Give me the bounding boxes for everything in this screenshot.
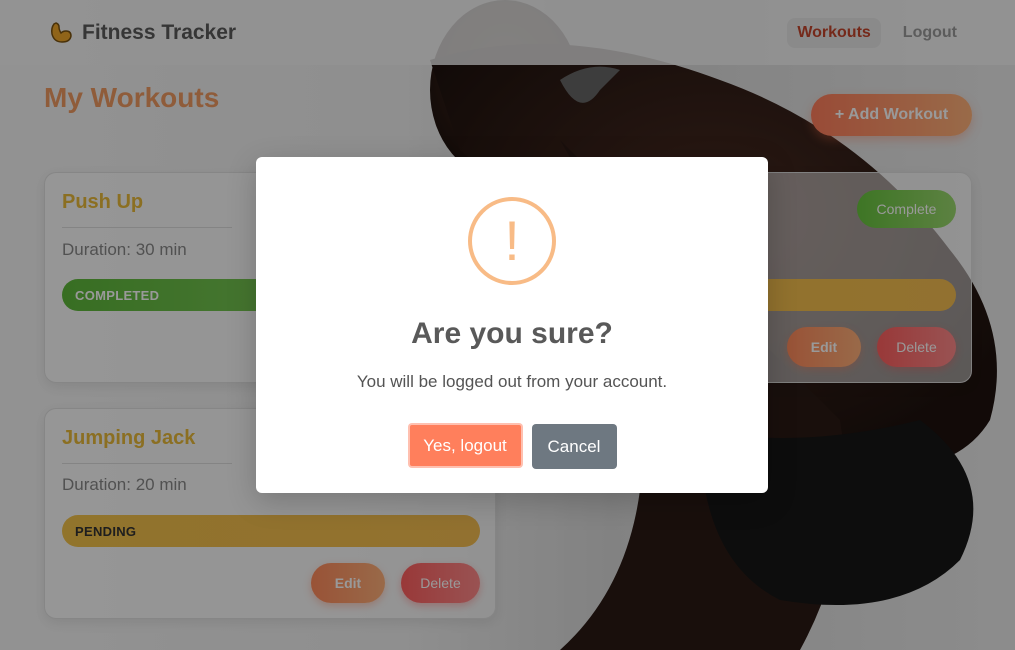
logout-confirm-dialog: ! Are you sure? You will be logged out f… (256, 157, 768, 493)
dialog-title: Are you sure? (411, 317, 613, 350)
confirm-logout-button[interactable]: Yes, logout (407, 423, 523, 468)
warning-icon: ! (468, 197, 556, 285)
cancel-button[interactable]: Cancel (531, 424, 617, 469)
dialog-message: You will be logged out from your account… (356, 372, 668, 391)
dialog-actions: Yes, logout Cancel (256, 423, 768, 469)
warning-icon-glyph: ! (504, 209, 520, 272)
